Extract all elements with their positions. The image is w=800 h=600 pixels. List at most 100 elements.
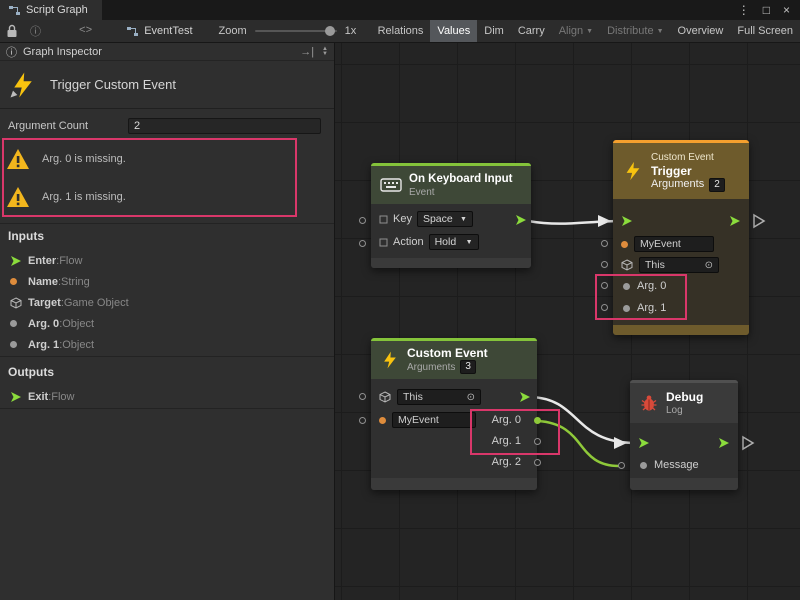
flow-in-port[interactable] (621, 215, 633, 227)
outputs-section: Outputs Exit : Flow (0, 365, 334, 407)
align-button[interactable]: Align▼ (552, 20, 600, 42)
distribute-button[interactable]: Distribute▼ (600, 20, 670, 42)
node-title: Trigger (651, 164, 725, 178)
titlebar: Script Graph ⋮ □ × (0, 0, 800, 20)
graph-toolbar: ⓘ <> EventTest Zoom 1x Relations Values … (0, 20, 800, 43)
caret-down-icon: ▼ (460, 216, 467, 223)
target-field[interactable]: This⊙ (397, 389, 481, 405)
wire-arrowhead (614, 437, 627, 449)
node-header: On Keyboard Input Event (371, 166, 531, 204)
trigger-exit-triangle-icon[interactable] (754, 215, 764, 227)
flow-row (630, 433, 738, 453)
action-dropdown[interactable]: Hold▼ (429, 234, 479, 250)
carry-button[interactable]: Carry (511, 20, 552, 42)
caret-down-icon: ▼ (586, 28, 593, 35)
graph-breadcrumb[interactable]: EventTest (126, 25, 192, 38)
message-row: Message (630, 456, 738, 474)
event-name-port[interactable] (601, 240, 608, 247)
target-port[interactable] (601, 261, 608, 268)
arg0-port[interactable] (601, 282, 608, 289)
node-debug-log[interactable]: Debug Log Message (630, 380, 738, 490)
flow-in-port[interactable] (638, 437, 650, 449)
key-label: Key (393, 213, 412, 225)
input-row-arg1: Arg. 1 : Object (0, 334, 334, 355)
node-header: Custom Event Arguments3 (371, 341, 537, 379)
node-kind: Custom Event (651, 151, 725, 164)
node-subtitle: Arguments2 (651, 178, 725, 192)
string-port-icon (379, 417, 386, 424)
arg1-out-port[interactable] (534, 438, 541, 445)
arg2-row: Arg. 2 (371, 453, 537, 471)
flow-out-port[interactable] (729, 215, 741, 227)
dim-button[interactable]: Dim (477, 20, 511, 42)
node-title: Debug (666, 390, 703, 404)
inputs-section: Inputs Enter : Flow Name : String Target… (0, 229, 334, 355)
node-title: Custom Event (407, 346, 488, 360)
wire-arrowhead (598, 215, 611, 227)
argument-count-row: Argument Count 2 (0, 117, 334, 135)
values-button[interactable]: Values (430, 20, 477, 42)
arg1-row: Arg. 1 (613, 299, 749, 317)
maximize-icon[interactable]: □ (763, 3, 770, 17)
flow-out-port[interactable] (515, 214, 527, 226)
code-view-icon[interactable]: <> (79, 25, 92, 37)
argument-count-input[interactable]: 2 (128, 118, 321, 134)
arg0-row: Arg. 0 (613, 277, 749, 295)
arg2-out-port[interactable] (534, 459, 541, 466)
arg1-row: Arg. 1 (371, 432, 537, 450)
inspector-title: Graph Inspector (23, 46, 102, 58)
divider (0, 223, 334, 224)
wire-arg0-to-message[interactable] (538, 421, 619, 466)
flow-arrow-icon (10, 391, 28, 403)
action-port[interactable] (359, 240, 366, 247)
node-on-keyboard-input[interactable]: On Keyboard Input Event Key Space▼ Actio… (371, 163, 531, 268)
event-name-port[interactable] (359, 417, 366, 424)
window-menu-icon[interactable]: ⋮ (738, 3, 750, 17)
unity-script-graph-window: Script Graph ⋮ □ × ⓘ <> EventTest Zoom 1… (0, 0, 800, 600)
target-port[interactable] (359, 393, 366, 400)
overview-button[interactable]: Overview (671, 20, 731, 42)
key-port[interactable] (359, 217, 366, 224)
dock-icon[interactable]: →| (300, 46, 314, 58)
arg0-label: Arg. 0 (492, 414, 521, 426)
event-name-field[interactable]: MyEvent (634, 236, 714, 252)
target-field[interactable]: This⊙ (639, 257, 719, 273)
inputs-header: Inputs (8, 229, 334, 243)
arg2-label: Arg. 2 (492, 456, 521, 468)
node-subtitle: Arguments3 (407, 360, 488, 374)
tab-label: Script Graph (26, 4, 88, 16)
relations-button[interactable]: Relations (371, 20, 431, 42)
graph-canvas[interactable]: On Keyboard Input Event Key Space▼ Actio… (335, 43, 800, 600)
event-name-field[interactable]: MyEvent (392, 412, 476, 428)
close-icon[interactable]: × (783, 3, 790, 17)
toolbar-buttons: Relations Values Dim Carry Align▼ Distri… (371, 20, 800, 42)
info-icon[interactable]: ⓘ (30, 23, 41, 39)
flow-arrow-icon (10, 255, 28, 267)
tab-script-graph[interactable]: Script Graph (0, 0, 102, 20)
message-port[interactable] (618, 462, 625, 469)
arg-count-badge[interactable]: 3 (460, 360, 476, 374)
argument-count-label: Argument Count (8, 120, 88, 132)
unit-title: Trigger Custom Event (50, 77, 176, 92)
node-header: Custom Event Trigger Arguments2 (613, 143, 749, 199)
lock-icon[interactable] (6, 24, 18, 38)
divider (0, 408, 334, 409)
arg-count-badge[interactable]: 2 (709, 178, 725, 192)
fullscreen-button[interactable]: Full Screen (730, 20, 800, 42)
flow-out-port[interactable] (519, 391, 531, 403)
arg1-port[interactable] (601, 304, 608, 311)
node-custom-event-arguments[interactable]: Custom Event Arguments3 This⊙ MyEvent Ar… (371, 338, 537, 490)
flow-out-port[interactable] (718, 437, 730, 449)
key-dropdown[interactable]: Space▼ (417, 211, 473, 227)
arg0-out-port[interactable] (534, 417, 541, 424)
wire-arguments-to-debug[interactable] (531, 397, 636, 443)
zoom-slider-thumb[interactable] (325, 26, 335, 36)
object-picker-icon[interactable]: ⊙ (467, 392, 475, 403)
node-trigger-custom-event[interactable]: Custom Event Trigger Arguments2 MyEvent … (613, 140, 749, 335)
input-row-enter: Enter : Flow (0, 250, 334, 271)
zoom-value: 1x (345, 25, 357, 37)
debug-exit-triangle-icon[interactable] (743, 437, 753, 449)
panel-scroll-arrows[interactable]: ▲▼ (322, 47, 328, 57)
zoom-slider[interactable] (255, 30, 337, 32)
object-picker-icon[interactable]: ⊙ (705, 260, 713, 271)
